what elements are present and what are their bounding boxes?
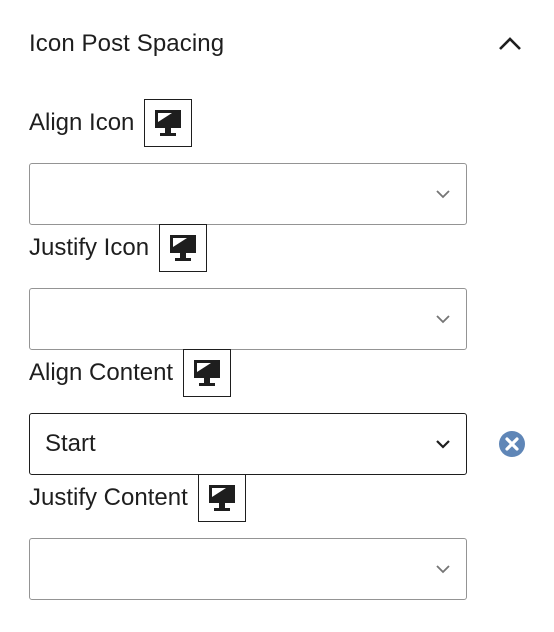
chevron-down-icon xyxy=(436,565,450,574)
desktop-icon[interactable] xyxy=(197,474,246,522)
panel-title: Icon Post Spacing xyxy=(29,30,225,57)
align-content-label: Align Content xyxy=(29,359,174,386)
desktop-icon[interactable] xyxy=(144,99,193,147)
chevron-down-icon xyxy=(436,440,450,449)
panel-header[interactable]: Icon Post Spacing xyxy=(29,22,525,66)
desktop-icon[interactable] xyxy=(183,349,232,397)
align-icon-label: Align Icon xyxy=(29,109,135,136)
desktop-icon[interactable] xyxy=(159,224,208,272)
justify-icon-label-row: Justify Icon xyxy=(29,224,208,272)
align-icon-select[interactable] xyxy=(29,163,467,225)
icon-post-spacing-panel: Icon Post Spacing Align Icon Justify Ico… xyxy=(0,0,554,632)
chevron-down-icon xyxy=(436,190,450,199)
chevron-down-icon xyxy=(436,315,450,324)
justify-icon-label: Justify Icon xyxy=(29,234,150,261)
justify-content-label: Justify Content xyxy=(29,484,188,511)
align-content-select-value: Start xyxy=(45,430,96,457)
justify-icon-select[interactable] xyxy=(29,288,467,350)
justify-content-label-row: Justify Content xyxy=(29,474,246,522)
align-content-select[interactable]: Start xyxy=(29,413,467,475)
clear-x-circle-icon[interactable] xyxy=(498,430,526,458)
align-icon-label-row: Align Icon xyxy=(29,99,193,147)
justify-content-select[interactable] xyxy=(29,538,467,600)
align-content-label-row: Align Content xyxy=(29,349,232,397)
chevron-up-icon[interactable] xyxy=(495,29,525,59)
